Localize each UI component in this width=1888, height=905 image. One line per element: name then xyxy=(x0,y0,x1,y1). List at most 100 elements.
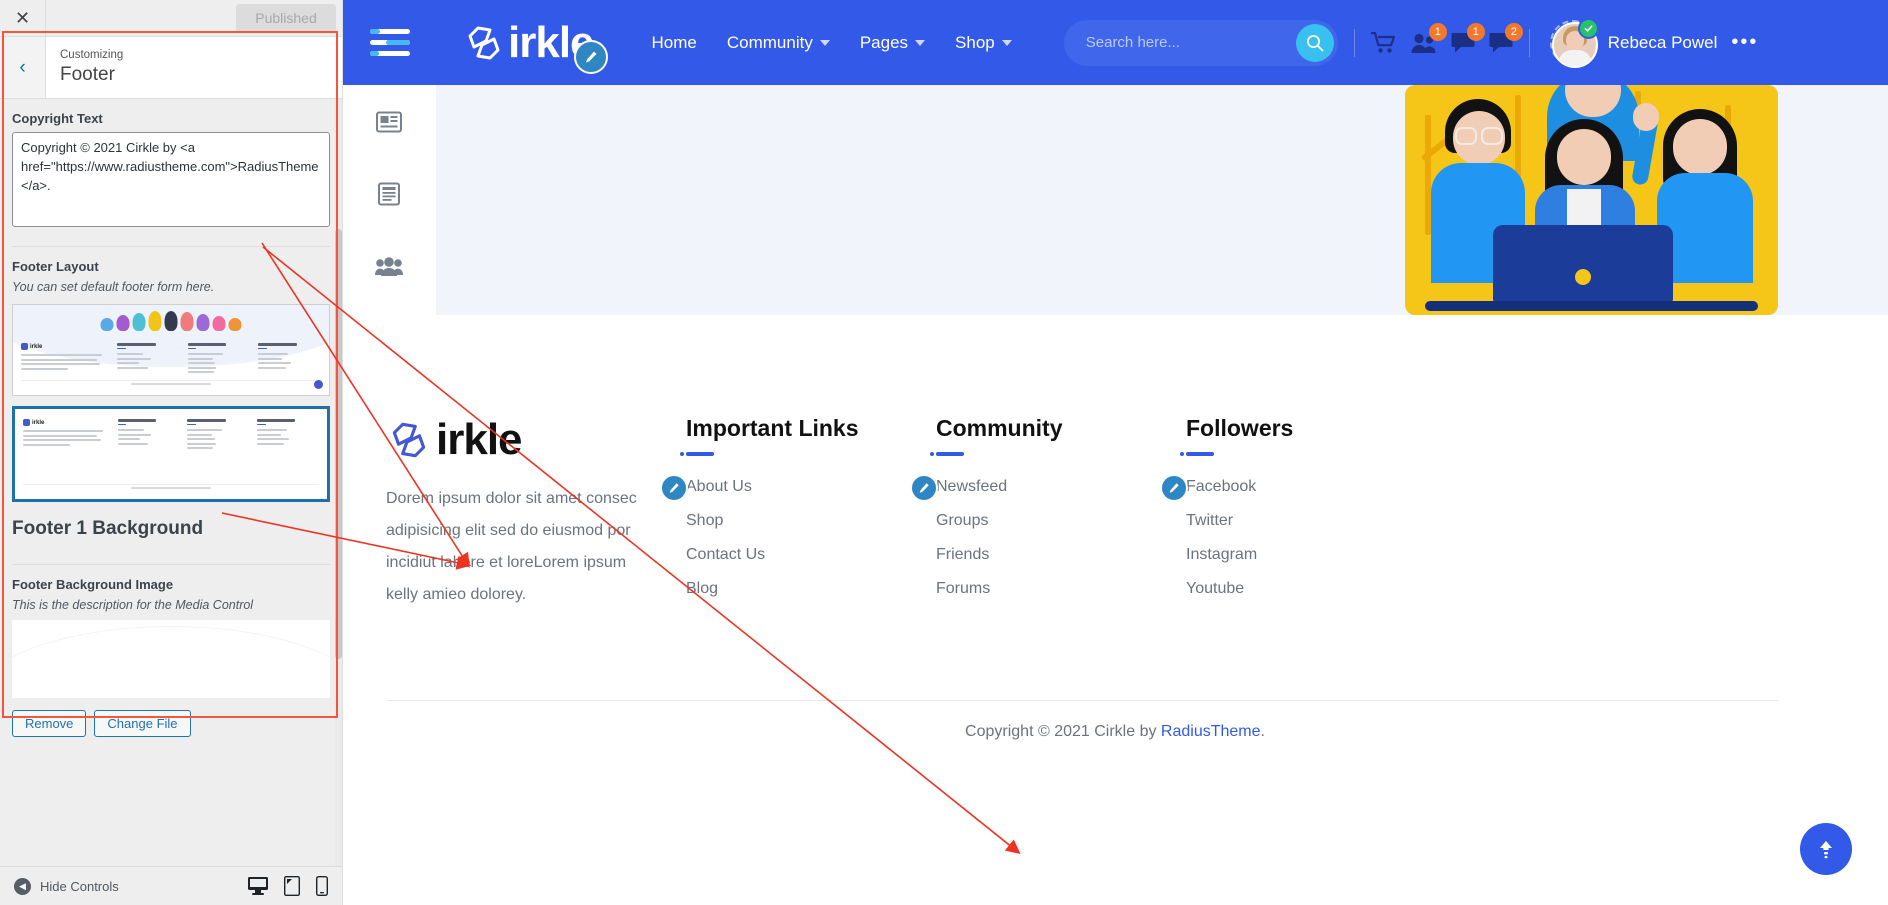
nav-label: Pages xyxy=(859,32,909,52)
list-item[interactable]: Contact Us xyxy=(686,546,936,564)
cart-icon[interactable] xyxy=(1370,31,1397,54)
footer-logo[interactable]: irkle xyxy=(386,415,646,465)
title-underline xyxy=(930,452,964,456)
hide-controls-button[interactable]: ◀ Hide Controls xyxy=(14,877,119,895)
list-item[interactable]: About Us xyxy=(660,474,936,502)
user-more-icon[interactable]: ••• xyxy=(1731,31,1758,54)
close-icon[interactable]: ✕ xyxy=(0,0,46,36)
footer-link-list: Newsfeed Groups Friends Forums xyxy=(910,474,1186,598)
footer-layout-preview-2: irkle xyxy=(15,409,327,499)
scroll-to-top-icon[interactable] xyxy=(1800,823,1852,875)
list-item[interactable]: Forums xyxy=(936,580,1186,598)
copyright-suffix: . xyxy=(1260,723,1265,740)
customizing-label: Customizing xyxy=(60,49,124,62)
hero-illustration xyxy=(1405,85,1778,315)
list-item[interactable]: Youtube xyxy=(1186,580,1436,598)
search-box[interactable] xyxy=(1063,19,1338,66)
nav-item-community[interactable]: Community xyxy=(727,33,830,53)
customizer-body[interactable]: Copyright Text Footer Layout You can set… xyxy=(0,99,342,866)
friends-icon[interactable]: 1 xyxy=(1411,22,1447,54)
search-input[interactable] xyxy=(1083,33,1296,52)
site-header: irkle Home Community Pages Shop Search h… xyxy=(342,0,1888,85)
back-icon[interactable]: ‹ xyxy=(0,37,46,98)
footer-column-title: Followers xyxy=(1186,415,1294,441)
screen-root: ✕ Published ‹ Customizing Footer Copyrig… xyxy=(0,0,1888,905)
footer-layout-option-1[interactable]: irkle xyxy=(12,304,330,396)
online-status-icon xyxy=(1577,17,1599,39)
mobile-icon[interactable] xyxy=(316,876,328,896)
customizer-scroll-thumb[interactable] xyxy=(335,229,342,659)
tablet-icon[interactable] xyxy=(284,876,300,896)
customizer-scrollbar[interactable] xyxy=(335,99,342,866)
footer-layout-label: Footer Layout xyxy=(12,259,99,274)
nav-item-pages[interactable]: Pages xyxy=(859,32,926,53)
footer-brand-column: irkle Dorem ipsum dolor sit amet consec … xyxy=(386,415,646,614)
menu-toggle-icon[interactable] xyxy=(370,29,414,56)
list-item[interactable]: Twitter xyxy=(1186,512,1436,530)
footer-column-title: Important Links xyxy=(686,415,859,441)
user-menu[interactable]: Rebeca Powel ••• xyxy=(1549,17,1759,68)
footer-link-list: Facebook Twitter Instagram Youtube xyxy=(1160,474,1436,598)
footer-background-image-preview[interactable] xyxy=(12,620,330,698)
header-divider-2 xyxy=(1528,28,1530,57)
edit-menu-icon[interactable] xyxy=(910,474,938,502)
cirkle-logo-icon xyxy=(462,21,506,65)
change-file-button[interactable]: Change File xyxy=(94,710,191,737)
footer-column-followers: Followers Facebook Twitter Instagram You… xyxy=(1160,415,1436,614)
device-preview-switcher xyxy=(248,876,328,896)
avatar[interactable] xyxy=(1549,17,1599,68)
chevron-left-icon: ◀ xyxy=(14,877,31,895)
list-item[interactable]: Facebook xyxy=(1160,474,1436,502)
site-body: irkle Dorem ipsum dolor sit amet consec … xyxy=(342,85,1888,905)
list-item[interactable]: Instagram xyxy=(1186,546,1436,564)
chevron-down-icon xyxy=(1001,39,1012,46)
copyright-text-label: Copyright Text xyxy=(12,111,103,126)
hide-controls-label: Hide Controls xyxy=(40,878,119,894)
search-icon[interactable] xyxy=(1295,23,1334,62)
footer-copyright: Copyright © 2021 Cirkle by RadiusTheme. xyxy=(342,723,1888,741)
sidebar-item-pages[interactable] xyxy=(374,179,404,209)
customizer-titles: Customizing Footer xyxy=(46,49,123,85)
main-navigation: Home Community Pages Shop xyxy=(652,33,1012,53)
list-item[interactable]: Shop xyxy=(686,512,936,530)
hero-base xyxy=(1425,301,1758,311)
nav-item-home[interactable]: Home xyxy=(652,33,697,53)
site-footer: irkle Dorem ipsum dolor sit amet consec … xyxy=(342,315,1888,905)
copyright-prefix: Copyright © 2021 Cirkle by xyxy=(965,723,1161,740)
footer-layout-option-2[interactable]: irkle xyxy=(12,406,330,502)
nav-label: Home xyxy=(651,32,697,52)
desktop-icon[interactable] xyxy=(248,877,268,895)
edit-menu-icon[interactable] xyxy=(660,474,688,502)
list-item[interactable]: Blog xyxy=(686,580,936,598)
edit-logo-icon[interactable] xyxy=(573,39,608,74)
messages-icon[interactable]: 1 xyxy=(1451,22,1485,54)
footer-column-title: Community xyxy=(936,415,1063,441)
messages-badge: 1 xyxy=(1466,22,1485,41)
radiustheme-link[interactable]: RadiusTheme xyxy=(1161,723,1261,740)
footer-background-section-title: Footer 1 Background xyxy=(12,518,204,539)
list-item[interactable]: Newsfeed xyxy=(910,474,1186,502)
footer-layout-preview-1: irkle xyxy=(13,305,329,395)
site-logo[interactable]: irkle xyxy=(462,18,608,74)
remove-button[interactable]: Remove xyxy=(12,710,87,737)
footer-layout-description: You can set default footer form here. xyxy=(12,280,215,294)
list-item[interactable]: Friends xyxy=(936,546,1186,564)
footer-link-list: About Us Shop Contact Us Blog xyxy=(660,474,936,598)
sidebar-item-newsfeed[interactable] xyxy=(374,107,404,137)
footer-column-community: Community Newsfeed Groups Friends Forums xyxy=(910,415,1186,614)
copyright-text-input[interactable] xyxy=(12,132,330,227)
header-divider xyxy=(1353,28,1355,57)
notifications-icon[interactable]: 2 xyxy=(1489,22,1523,54)
footer-column-important-links: Important Links About Us Shop Contact Us xyxy=(660,415,936,614)
header-icons: 1 1 2 xyxy=(1370,22,1523,54)
nav-label: Community xyxy=(726,32,813,52)
publish-button[interactable]: Published xyxy=(236,4,336,32)
sidebar-item-groups[interactable] xyxy=(374,251,404,281)
media-buttons: Remove Change File xyxy=(12,698,330,737)
list-item[interactable]: Groups xyxy=(936,512,1186,530)
panel-title: Footer xyxy=(60,63,115,85)
nav-item-shop[interactable]: Shop xyxy=(955,33,1012,53)
nav-label: Shop xyxy=(955,32,995,52)
edit-menu-icon[interactable] xyxy=(1160,474,1188,502)
